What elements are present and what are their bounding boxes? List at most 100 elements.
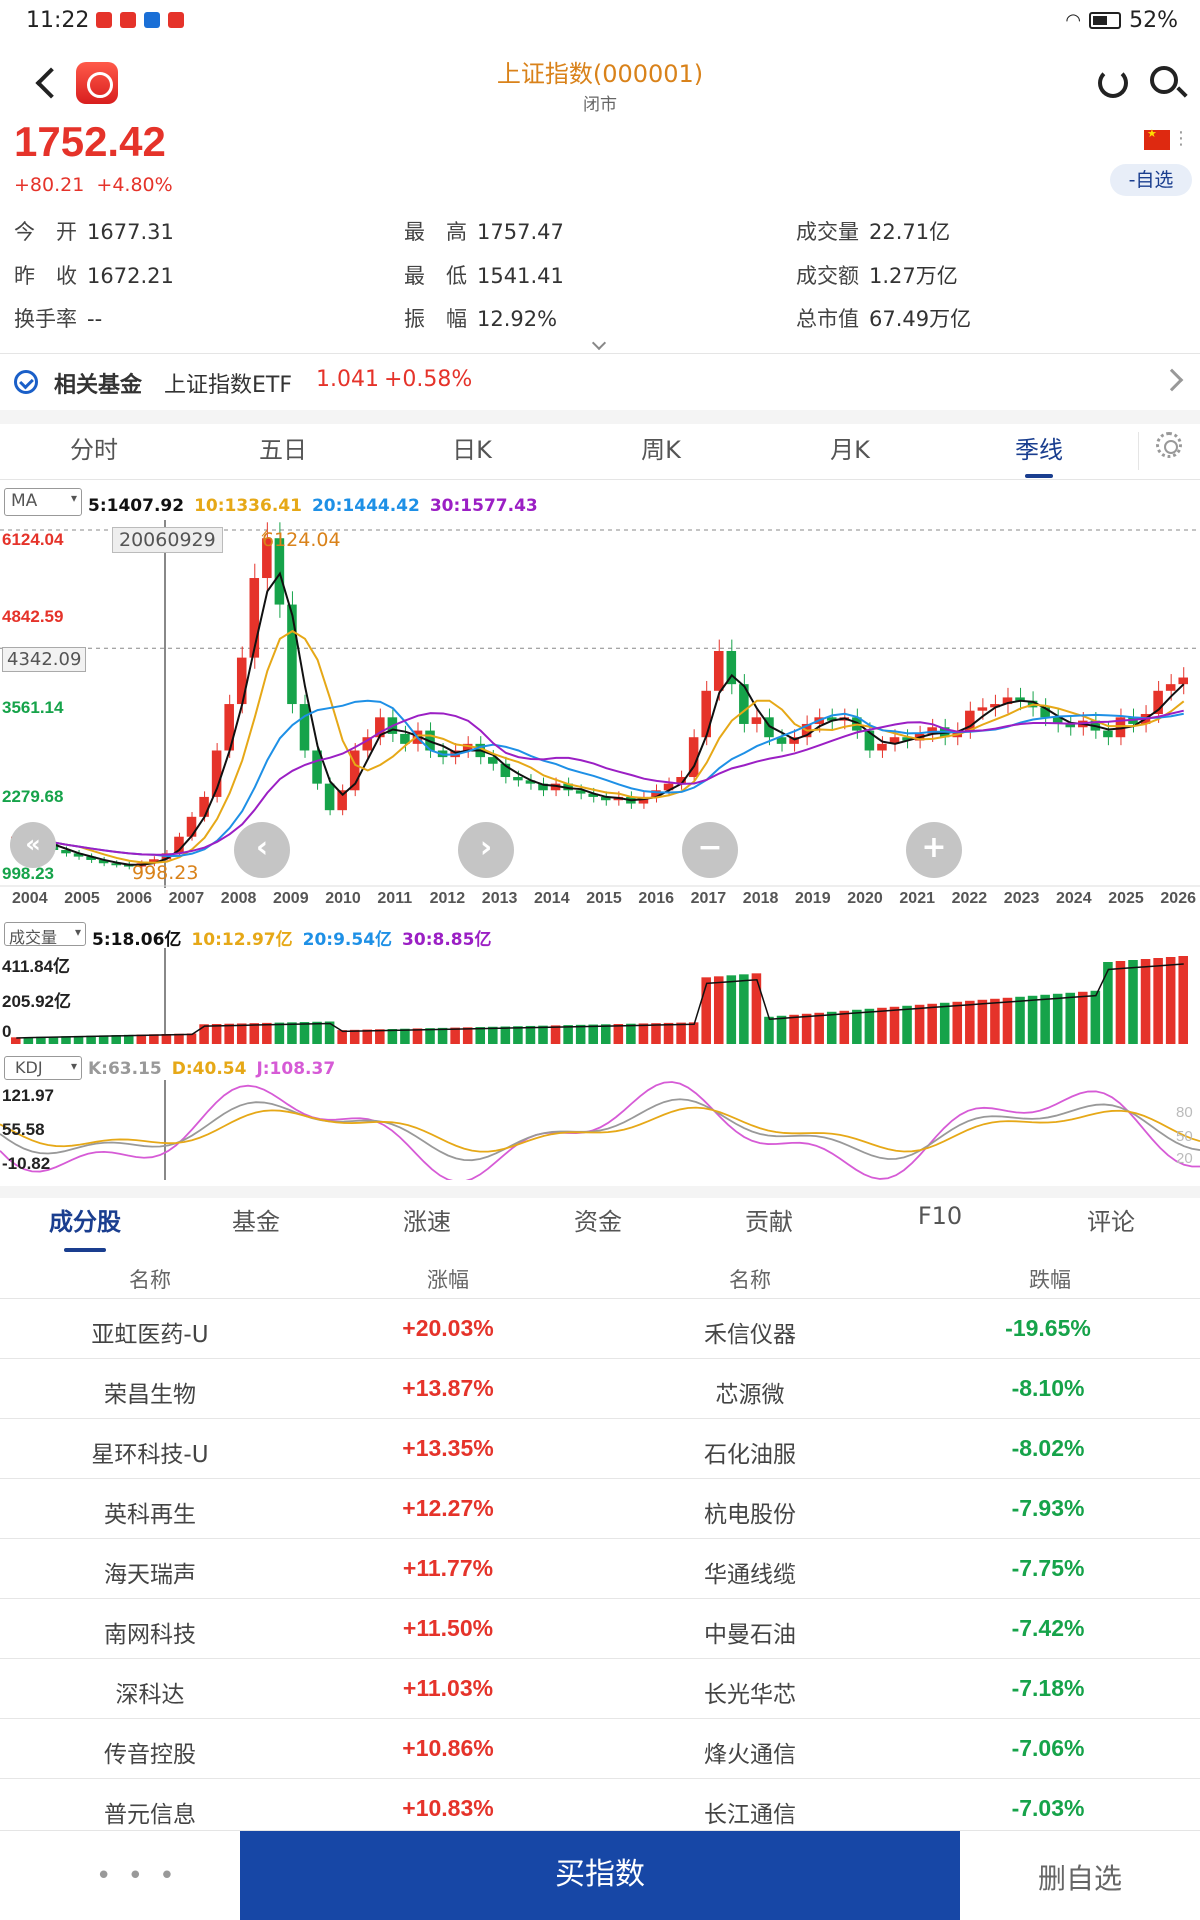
volume-bar	[977, 999, 988, 1044]
stat-item: 最 高 1757.47	[404, 216, 564, 246]
related-fund-bar[interactable]: 相关基金 上证指数ETF 1.041 +0.58%	[0, 354, 1200, 410]
volume-axis-label: 411.84亿	[2, 957, 71, 976]
indicator-select[interactable]: MA	[4, 488, 82, 516]
loser-name: 石化油服	[704, 1442, 796, 1468]
volume-bar	[601, 1024, 611, 1044]
buy-index-button[interactable]: 买指数	[240, 1831, 960, 1920]
time-axis-tick: 2008	[220, 890, 257, 907]
gainer-change: +10.86%	[402, 1735, 494, 1761]
legend-entry: 5:1407.92	[88, 496, 185, 516]
table-row[interactable]: 海天瑞声 +11.77% 华通线缆 -7.75%	[0, 1539, 1200, 1599]
volume-indicator-select[interactable]: 成交量	[4, 922, 86, 947]
fund-check-icon	[14, 370, 38, 394]
volume-bar	[638, 1023, 649, 1044]
volume-bar	[1128, 960, 1138, 1044]
volume-bar	[852, 1009, 862, 1044]
volume-bar	[1090, 990, 1101, 1044]
stat-label: 换手率	[14, 307, 77, 331]
volume-indicator-value: 成交量	[9, 928, 58, 947]
gainer-name: 深科达	[115, 1682, 185, 1708]
related-fund-price: 1.041	[316, 367, 379, 392]
rewind-icon[interactable]: «	[10, 822, 56, 868]
stat-label: 最 低	[404, 264, 467, 288]
volume-bar	[751, 973, 762, 1044]
more-vert-icon[interactable]: ⋮	[1172, 128, 1190, 149]
table-row[interactable]: 荣昌生物 +13.87% 芯源微 -8.10%	[0, 1359, 1200, 1419]
volume-bar	[739, 974, 749, 1044]
time-axis-tick: 2019	[795, 890, 831, 907]
chevron-down-icon[interactable]	[591, 335, 607, 351]
china-flag-icon	[1144, 127, 1170, 150]
zoom-in-button[interactable]: +	[906, 822, 962, 878]
stat-label: 振 幅	[404, 307, 467, 331]
tab-constituent[interactable]: 基金	[171, 1202, 341, 1237]
loser-change: -8.02%	[1011, 1435, 1085, 1461]
kdj-axis-label: 121.97	[2, 1086, 54, 1105]
kdj-right-label: 50	[1176, 1128, 1193, 1145]
notification-icon	[168, 12, 184, 28]
price-axis-label: 2279.68	[2, 787, 64, 806]
gear-icon[interactable]	[1156, 432, 1182, 458]
kdj-indicator-value: KDJ	[15, 1058, 43, 1077]
notification-icon	[96, 12, 112, 28]
volume-bar	[362, 1029, 373, 1044]
gainer-change: +11.03%	[402, 1675, 494, 1701]
legend-entry: 5:18.06亿	[92, 930, 182, 950]
tab-constituent[interactable]: 贡献	[684, 1202, 854, 1237]
volume-bar	[814, 1012, 824, 1044]
col-gain: 涨幅	[427, 1268, 469, 1292]
more-menu-button[interactable]: • • •	[96, 1861, 179, 1891]
zoom-out-button[interactable]: −	[682, 822, 738, 878]
table-row[interactable]: 深科达 +11.03% 长光华芯 -7.18%	[0, 1659, 1200, 1719]
tab-constituent[interactable]: 评论	[1026, 1202, 1196, 1237]
candle-body	[977, 707, 988, 711]
scroll-right-button[interactable]: ›	[458, 822, 514, 878]
candle-body	[324, 783, 335, 811]
table-row[interactable]: 传音控股 +10.86% 烽火通信 -7.06%	[0, 1719, 1200, 1779]
gainer-change: +13.35%	[402, 1435, 494, 1461]
volume-bar	[927, 1003, 937, 1044]
remove-watchlist-bottom-button[interactable]: 删自选	[1000, 1857, 1160, 1897]
kdj-indicator-select[interactable]: KDJ	[4, 1056, 82, 1080]
volume-bar	[1140, 959, 1151, 1044]
volume-bar	[563, 1025, 573, 1044]
tab-period[interactable]: 日K	[402, 430, 542, 465]
volume-bar	[914, 1004, 925, 1044]
table-row[interactable]: 南网科技 +11.50% 中曼石油 -7.42%	[0, 1599, 1200, 1659]
refresh-icon[interactable]	[1098, 68, 1128, 98]
scroll-left-button[interactable]: ‹	[234, 822, 290, 878]
volume-bar	[400, 1028, 410, 1044]
remove-watchlist-button[interactable]: -自选	[1110, 164, 1192, 196]
col-name-losers: 名称	[729, 1268, 771, 1292]
table-row[interactable]: 亚虹医药-U +20.03% 禾信仪器 -19.65%	[0, 1299, 1200, 1359]
stat-item: 总市值 67.49万亿	[796, 303, 971, 333]
tab-constituent[interactable]: 资金	[513, 1202, 683, 1237]
table-row[interactable]: 英科再生 +12.27% 杭电股份 -7.93%	[0, 1479, 1200, 1539]
time-axis-tick: 2017	[690, 890, 727, 907]
tab-period[interactable]: 五日	[213, 430, 353, 465]
tab-constituent[interactable]: 涨速	[342, 1202, 512, 1237]
time-axis-tick: 2014	[534, 890, 570, 907]
table-row[interactable]: 星环科技-U +13.35% 石化油服 -8.02%	[0, 1419, 1200, 1479]
candlestick-chart[interactable]	[0, 520, 1200, 888]
tab-constituent[interactable]: F10	[855, 1202, 1025, 1230]
col-name-gainers: 名称	[129, 1268, 171, 1292]
volume-bar	[1165, 957, 1176, 1044]
volume-bar	[488, 1026, 498, 1044]
loser-name: 长光华芯	[704, 1682, 796, 1708]
volume-legend: 5:18.06亿 10:12.97亿 20:9.54亿 30:8.85亿	[92, 925, 501, 950]
tab-constituent[interactable]: 成分股	[0, 1202, 170, 1252]
stat-label: 成交量	[796, 220, 859, 244]
volume-bar	[713, 976, 724, 1044]
tab-period[interactable]: 季线	[969, 430, 1109, 478]
search-icon[interactable]	[1150, 66, 1178, 94]
volume-chart[interactable]	[0, 948, 1200, 1044]
kdj-chart[interactable]	[0, 1080, 1200, 1180]
volume-axis-label: 205.92亿	[2, 992, 71, 1011]
volume-bar	[764, 1016, 774, 1044]
volume-bar	[550, 1025, 561, 1044]
tab-period[interactable]: 周K	[591, 430, 731, 465]
tab-period[interactable]: 分时	[24, 430, 164, 465]
volume-bar	[1027, 995, 1038, 1044]
tab-period[interactable]: 月K	[780, 430, 920, 465]
